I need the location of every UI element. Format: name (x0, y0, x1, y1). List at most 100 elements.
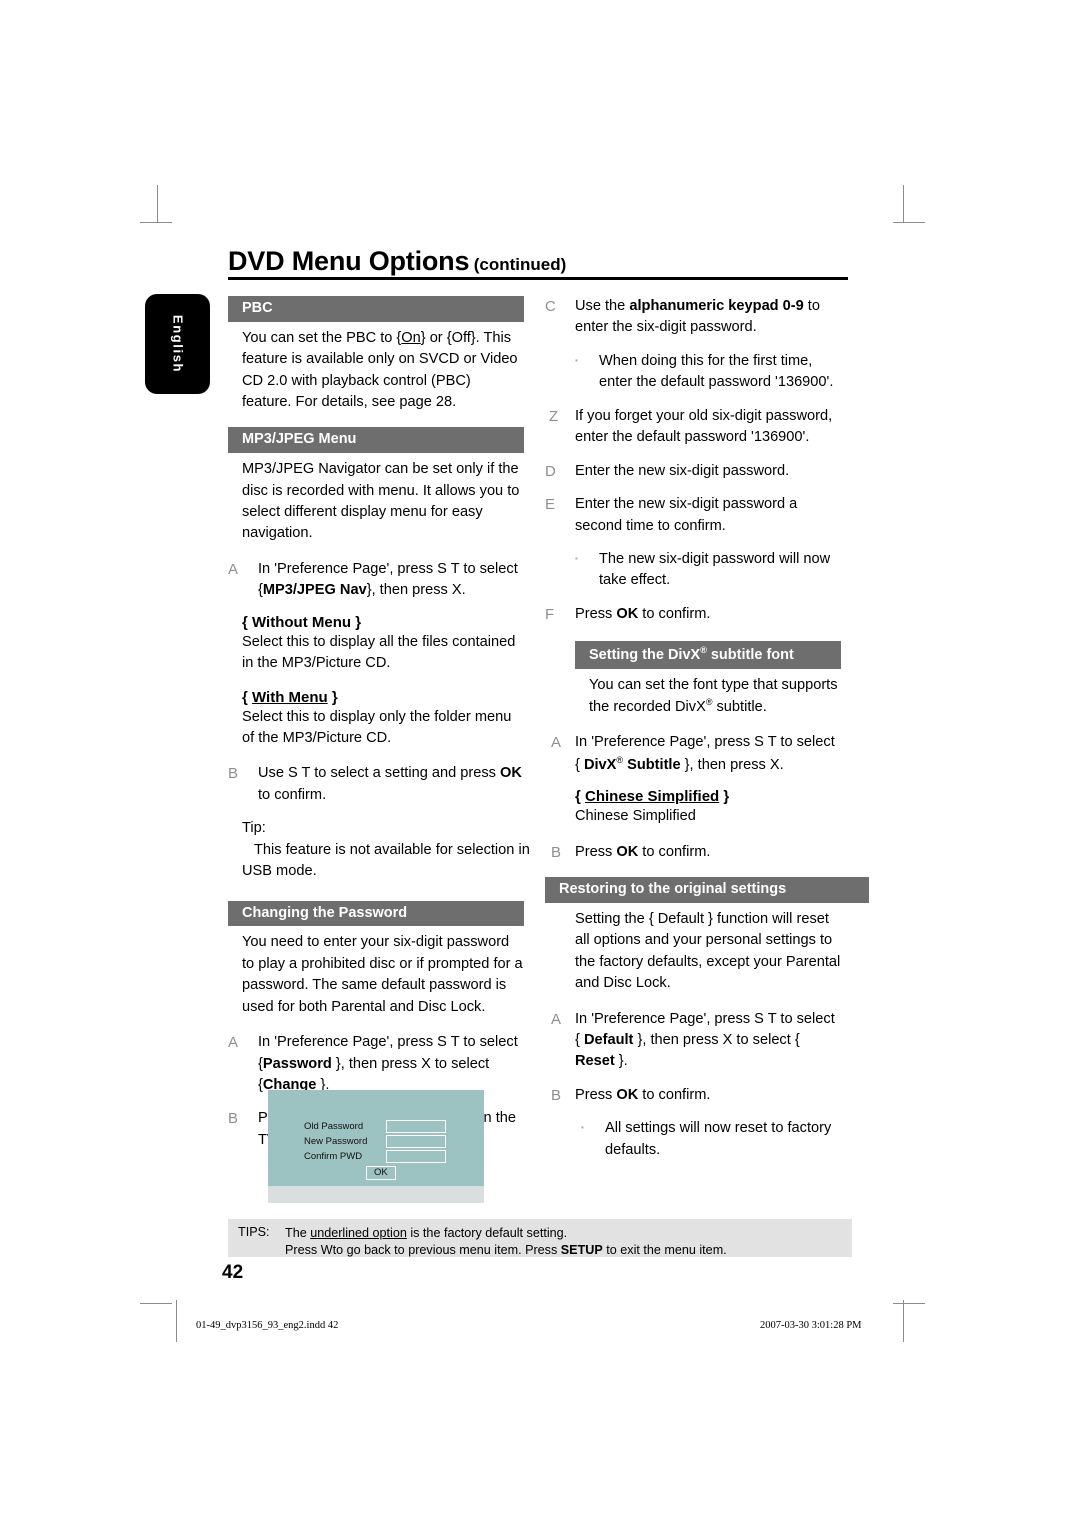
page-title-text: DVD Menu Options (228, 246, 470, 276)
password-step-c: C Use the alphanumeric keypad 0-9 to ent… (545, 296, 841, 339)
step-text-bold: OK (616, 605, 639, 622)
tips-box: TIPS: The underlined option is the facto… (228, 1219, 852, 1257)
bullet-text: When doing this for the first time, ente… (599, 352, 834, 391)
password-bullet-e: ▪ The new six-digit password will now ta… (545, 549, 841, 592)
dialog-input-new-password[interactable] (386, 1135, 446, 1148)
step-text-part2: }, then press X. (366, 582, 466, 599)
option-title-with-menu: { With Menu } (242, 688, 338, 706)
password-bullet-c: ▪ When doing this for the first time, en… (545, 351, 841, 394)
tip-line-2: USB mode. (242, 863, 317, 880)
step-text-part2: to confirm. (638, 605, 711, 622)
right-column: C Use the alphanumeric keypad 0-9 to ent… (545, 296, 869, 1173)
divx-step-b: B Press OK to confirm. (545, 842, 841, 863)
step-text-part1: Use the (575, 298, 630, 314)
tips-line1-part1: The (285, 1226, 311, 1240)
heading-part2: subtitle font (706, 647, 794, 664)
tips-line2-part2: to exit the menu item. (602, 1243, 727, 1257)
step-marker: E (545, 496, 556, 514)
tips-line-2: Press Wto go back to previous menu item.… (285, 1242, 727, 1259)
bullet-text: The new six-digit password will now take… (599, 550, 831, 589)
step-text: Enter the new six-digit password. (575, 462, 790, 479)
footer-date: 2007-03-30 3:01:28 PM (760, 1320, 862, 1331)
option-title-text: Without Menu (252, 613, 352, 631)
step-marker: A (228, 1034, 239, 1052)
option-body-without-menu: Select this to display all the files con… (242, 633, 516, 672)
mp3jpeg-body: MP3/JPEG Navigator can be set only if th… (242, 461, 520, 542)
crop-mark-top-right-horizontal (893, 222, 925, 223)
password-step-d: D Enter the new six-digit password. (545, 461, 841, 482)
step-text-bold: DivX (583, 756, 617, 773)
mp3jpeg-step-b: B Use S T to select a setting and press … (228, 763, 524, 806)
crop-mark-top-left-vertical (157, 185, 158, 223)
tips-lines: The underlined option is the factory def… (285, 1225, 727, 1259)
step-marker: F (545, 605, 555, 623)
dialog-ok-button[interactable]: OK (366, 1166, 396, 1180)
step-text-part2: }, then press X. (680, 756, 784, 773)
registered-icon: ® (700, 645, 707, 656)
step-text-part1: Press (575, 843, 617, 860)
step-marker: A (228, 560, 239, 578)
option-title-text: Chinese Simplified (585, 788, 720, 806)
step-text-part2: }, then press X to select { (633, 1031, 800, 1048)
dialog-label-confirm-pwd: Confirm PWD (304, 1151, 363, 1162)
left-column: PBC You can set the PBC to {On} or {Off}… (228, 296, 530, 1163)
tip-line-1: This feature is not available for select… (254, 841, 530, 858)
step-marker: C (545, 298, 556, 315)
page-number: 42 (222, 1262, 244, 1283)
option-title-without-menu: { Without Menu } (242, 613, 362, 631)
step-text-bold: OK (616, 843, 639, 860)
option-body-with-menu: Select this to display only the folder m… (242, 708, 512, 747)
bullet-icon: ▪ (575, 553, 578, 563)
footer-rule-left (176, 1300, 177, 1342)
bullet-icon: ▪ (581, 1123, 584, 1133)
password-step-e: E Enter the new six-digit password a sec… (545, 494, 841, 537)
step-marker: B (228, 765, 239, 783)
step-text-part2: to confirm. (638, 1086, 711, 1103)
changing-password-body: You need to enter your six-digit passwor… (242, 934, 523, 1015)
option-title-chinese-simplified: { Chinese Simplified } (575, 788, 730, 806)
password-step-f: F Press OK to confirm. (545, 604, 841, 625)
dialog-bottom-strip (268, 1186, 484, 1203)
section-heading-divx-subtitle: Setting the DivX® subtitle font (575, 641, 841, 669)
tips-line1-part2: is the factory default setting. (406, 1226, 568, 1240)
crop-mark-bottom-left-horizontal (140, 1303, 172, 1304)
dialog-label-new-password: New Password (304, 1136, 368, 1147)
divx-body: You can set the font type that supports … (589, 675, 841, 719)
tips-line1-underlined: underlined option (310, 1226, 407, 1240)
option-title-text: With Menu (252, 688, 328, 706)
step-marker: B (551, 1086, 562, 1104)
crop-mark-bottom-right-horizontal (893, 1303, 925, 1304)
dialog-input-confirm-pwd[interactable] (386, 1150, 446, 1163)
restore-step-b: B Press OK to confirm. (545, 1085, 841, 1106)
step-marker: B (228, 1110, 239, 1128)
section-heading-pbc: PBC (228, 296, 524, 322)
step-text-bold: alphanumeric keypad 0-9 (629, 298, 804, 314)
mp3jpeg-step-a: A In 'Preference Page', press S T to sel… (228, 559, 524, 602)
step-marker: D (545, 462, 556, 480)
step-text-part2: to confirm. (258, 786, 327, 803)
dialog-row-confirm-pwd: Confirm PWD (304, 1150, 446, 1163)
tips-line-1: The underlined option is the factory def… (285, 1225, 727, 1242)
section-heading-restoring-settings: Restoring to the original settings (545, 877, 869, 903)
dialog-field-rows: Old Password New Password Confirm PWD (304, 1120, 446, 1165)
step-text-part1: Press (575, 605, 617, 622)
step-text-bold1: Default (583, 1031, 634, 1048)
step-text-part1: Use S T to select a setting and press (258, 765, 501, 782)
restore-bullet-b: ▪ All settings will now reset to factory… (545, 1118, 841, 1161)
bullet-icon: ▪ (575, 355, 578, 365)
section-heading-changing-password: Changing the Password (228, 900, 524, 927)
dialog-input-old-password[interactable] (386, 1120, 446, 1133)
heading-part1: Setting the DivX (589, 647, 701, 664)
language-tab-label: English (170, 314, 185, 374)
step-marker: B (551, 843, 562, 861)
step-text: Enter the new six-digit password a secon… (575, 496, 798, 534)
step-marker: A (551, 734, 562, 752)
step-text-part3: }. (614, 1053, 628, 1070)
tips-line2-bold: SETUP (560, 1243, 603, 1257)
step-text-part1: Press (575, 1086, 617, 1103)
restoring-body: Setting the { Default } function will re… (575, 910, 841, 992)
page-title-continued: (continued) (473, 255, 567, 274)
footer-filename: 01-49_dvp3156_93_eng2.indd 42 (196, 1320, 339, 1331)
step-marker: Z (549, 407, 559, 425)
crop-mark-top-right-vertical (903, 185, 904, 223)
